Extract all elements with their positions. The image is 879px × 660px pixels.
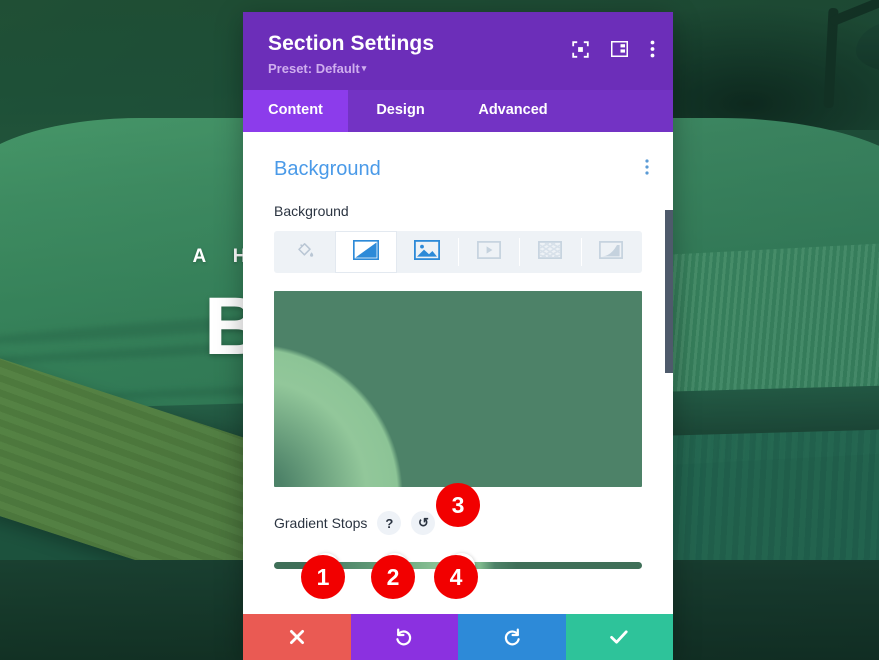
- background-mask-tab[interactable]: [580, 231, 642, 273]
- stop-color-swatch: [386, 557, 405, 575]
- gradient-preview[interactable]: [274, 291, 642, 487]
- mask-icon: [599, 240, 624, 264]
- gradient-stop-handle-1[interactable]: [312, 553, 339, 579]
- background-type-tabs: [274, 231, 642, 273]
- redo-button[interactable]: [458, 614, 566, 660]
- background-field-label: Background: [274, 203, 349, 219]
- tab-design[interactable]: Design: [348, 90, 453, 132]
- image-icon: [414, 239, 441, 265]
- background-video-tab[interactable]: [457, 231, 519, 273]
- preset-label: Preset: Default: [268, 61, 360, 76]
- gradient-stops-label: Gradient Stops: [274, 515, 368, 531]
- undo-button[interactable]: [350, 614, 458, 660]
- chevron-down-icon: ▾: [361, 63, 367, 73]
- cancel-button[interactable]: [243, 614, 351, 660]
- gradient-stop-handle-3[interactable]: [448, 553, 475, 579]
- background-gradient-tab[interactable]: [335, 231, 397, 273]
- panel-scrollbar[interactable]: [665, 132, 673, 614]
- save-button[interactable]: [565, 614, 673, 660]
- tab-content[interactable]: Content: [243, 90, 348, 132]
- section-title: Background: [274, 158, 381, 180]
- help-icon[interactable]: ?: [377, 511, 402, 535]
- undo-icon: [396, 628, 412, 646]
- gradient-stops-slider[interactable]: [274, 553, 642, 579]
- gradient-icon: [352, 239, 380, 265]
- pattern-icon: [538, 240, 562, 264]
- redo-icon: [504, 628, 520, 646]
- stop-color-swatch: [452, 557, 471, 575]
- section-settings-modal: Section Settings Preset: Default ▾ Conte…: [243, 12, 673, 660]
- gradient-stop-handle-2[interactable]: [382, 553, 409, 579]
- background-image-tab[interactable]: [397, 231, 458, 273]
- stop-color-swatch: [316, 557, 335, 575]
- background-color-tab[interactable]: [274, 231, 335, 273]
- section-kebab-icon[interactable]: [645, 159, 649, 180]
- scrollbar-thumb[interactable]: [665, 210, 673, 373]
- modal-tabs: Content Design Advanced: [243, 90, 673, 132]
- kebab-menu-icon[interactable]: [650, 40, 655, 58]
- background-section-header: Background: [243, 132, 673, 181]
- paint-bucket-icon: [295, 240, 315, 265]
- checkmark-icon: [610, 630, 628, 644]
- background-pattern-tab[interactable]: [519, 231, 580, 273]
- focus-expand-icon[interactable]: [572, 40, 589, 58]
- video-play-icon: [476, 240, 501, 264]
- close-icon: [289, 630, 304, 644]
- modal-body: Background Background Gradient Stops ? ↺: [243, 132, 673, 614]
- gradient-stops-row: Gradient Stops ? ↺: [243, 487, 673, 535]
- modal-header: Section Settings Preset: Default ▾: [243, 12, 673, 90]
- reset-icon[interactable]: ↺: [411, 511, 436, 535]
- header-icon-group: [572, 40, 655, 58]
- panel-layout-icon[interactable]: [610, 40, 629, 58]
- tab-advanced[interactable]: Advanced: [453, 90, 573, 132]
- preset-selector[interactable]: Preset: Default ▾: [268, 61, 651, 76]
- modal-footer: [243, 614, 673, 660]
